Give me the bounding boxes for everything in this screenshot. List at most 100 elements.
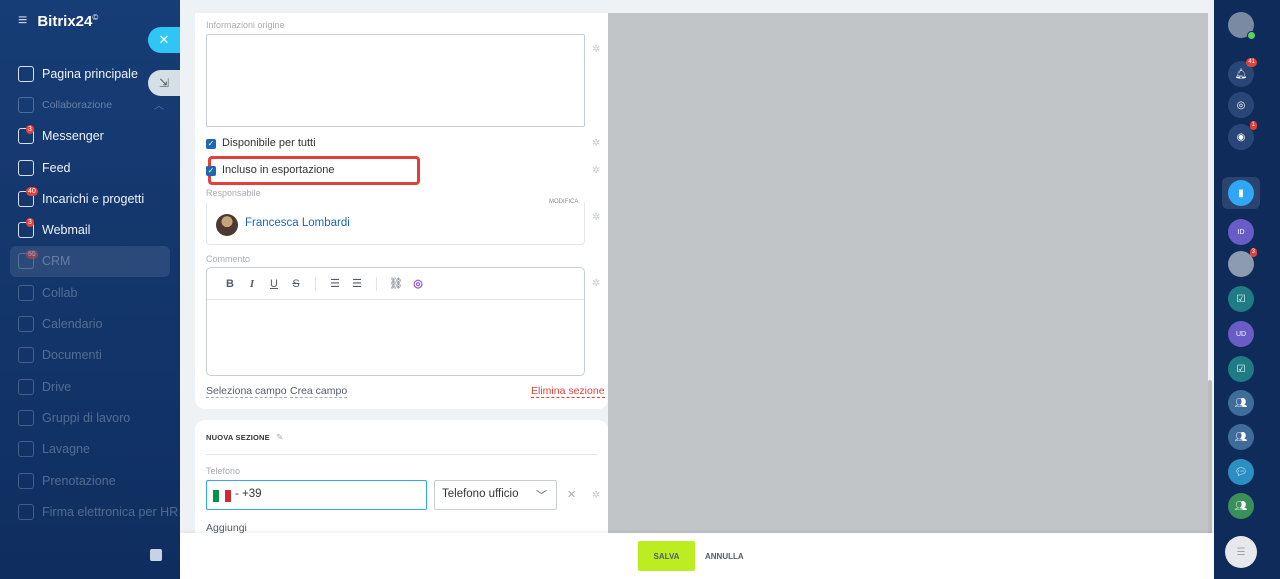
included-export-checkbox[interactable]: ✓ [206,166,216,176]
sidebar-item-feed[interactable]: Feed [10,152,170,183]
notifications-button[interactable]: 🔔︎ 41 [1228,58,1257,87]
gear-icon[interactable]: ✲ [592,139,601,149]
chat-group-button[interactable]: 💬︎ [1228,459,1254,485]
sidebar-item-label: Collaborazione [42,98,113,111]
sidebar-item-drive[interactable]: Drive [10,371,170,402]
sidebar-nav: Pagina principale Collaborazione ︿ 3 Mes… [10,58,178,527]
status-dot [1247,31,1256,40]
user-avatar[interactable] [1228,12,1256,40]
sidebar-section-collaborazione[interactable]: Collaborazione ︿ [10,89,170,120]
sidebar-item-label: Messenger [42,129,104,144]
activity-button[interactable]: ◎ [1228,92,1254,118]
phone-type-select[interactable]: Telefono ufficio ﹀ [434,480,557,510]
origin-info-label: Informazioni origine [206,20,285,30]
gear-icon[interactable]: ✲ [592,166,601,176]
scrollbar[interactable] [1208,380,1212,550]
bulleted-list-icon[interactable]: ☰ [346,277,368,290]
sidebar-item-label: Incarichi e progetti [42,191,145,206]
counter-badge: 3 [26,124,34,134]
strikethrough-button[interactable]: S [285,278,307,290]
phone-input[interactable]: - +39 [206,480,427,510]
sidebar-item-label: Documenti [42,348,102,363]
group-button[interactable]: 👥︎ [1228,493,1254,519]
collab-section-icon [18,96,34,113]
sidebar-item-collab[interactable]: Collab [10,277,170,308]
remove-phone-icon[interactable]: ✕ [567,488,576,501]
gear-icon[interactable]: ✲ [592,279,601,289]
open-menu-button[interactable]: ☰ [1225,536,1257,568]
printer-icon[interactable] [150,549,162,561]
cancel-button[interactable]: ANNULLA [705,541,744,571]
contact-avatar[interactable]: ID [1228,219,1254,245]
brand-logo[interactable]: Bitrix24© [37,13,98,30]
section-title: NUOVA SEZIONE [206,433,270,442]
bookmark-icon: ▮ [1238,187,1244,199]
group-icon: 👥︎ [1234,397,1248,409]
editor-toolbar: B I U S ☰ ☰ ⛓ ◎ [207,268,584,300]
sidebar-item-sign[interactable]: Firma elettronica per HR [10,496,178,527]
counter-badge: 40 [26,187,38,197]
select-field-link[interactable]: Seleziona campo [206,385,287,398]
chat-button[interactable]: ◉ 1 [1228,121,1257,150]
sidebar-item-label: Prenotazione [42,473,116,488]
comment-label: Commento [206,254,251,264]
chat-icon: ◉ [1236,131,1246,143]
responsible-name-link[interactable]: Francesca Lombardi [245,217,350,229]
sidebar-item-home[interactable]: Pagina principale [10,58,170,89]
calendar-icon [18,316,34,333]
copilot-icon[interactable]: ◎ [407,277,429,290]
gear-icon[interactable]: ✲ [592,45,601,55]
toolbar-divider [376,276,377,291]
gear-icon[interactable]: ✲ [592,491,601,501]
contact-avatar[interactable]: UD [1228,321,1254,347]
minimize-icon: ⇲ [158,76,170,90]
form-footer: SALVA ANNULLA [180,533,1214,579]
delete-section-link[interactable]: Elimina sezione [531,385,605,398]
user-initials-icon: ID [1237,228,1245,236]
sidebar-item-booking[interactable]: Prenotazione [10,465,170,496]
sidebar-item-tasks[interactable]: 40 Incarichi e progetti [10,183,170,214]
minimize-slider-button[interactable]: ⇲ [148,70,180,96]
pencil-icon[interactable]: ✎ [276,432,284,443]
bell-icon: 🔔︎ [1234,68,1248,80]
task-button[interactable]: ☑ [1228,286,1254,312]
origin-info-textarea[interactable] [206,34,585,127]
link-icon[interactable]: ⛓ [385,277,407,290]
create-field-link[interactable]: Crea campo [290,385,348,398]
sidebar-item-groups[interactable]: Gruppi di lavoro [10,402,170,433]
toolbar-divider [315,276,316,291]
numbered-list-icon[interactable]: ☰ [324,277,346,290]
sidebar-item-documents[interactable]: Documenti [10,340,170,371]
avatar[interactable] [216,214,238,236]
logo-row: ≡ Bitrix24© [18,12,98,30]
responsible-field: Francesca Lombardi [206,203,585,245]
contact-avatar[interactable]: 3 [1228,248,1257,277]
boards-icon [18,441,34,458]
sidebar-item-messenger[interactable]: 3 Messenger [10,121,170,152]
chevron-down-icon: ﹀ [536,490,547,502]
phone-label: Telefono [206,466,241,476]
gear-icon[interactable]: ✲ [592,213,601,223]
sidebar-item-label: CRM [42,254,71,269]
sidebar-item-webmail[interactable]: 3 Webmail [10,214,170,245]
sidebar-item-calendar[interactable]: Calendario [10,308,170,339]
chevron-up-icon: ︿ [154,101,164,113]
sidebar-item-label: Calendario [42,317,103,332]
groups-icon [18,409,34,426]
sidebar-item-crm[interactable]: 55 CRM [10,245,170,278]
underline-button[interactable]: U [263,278,285,290]
responsible-label: Responsabile [206,188,261,198]
comment-editor[interactable]: B I U S ☰ ☰ ⛓ ◎ [206,267,585,376]
bookmark-button[interactable]: ▮ [1228,180,1254,206]
italy-flag-icon[interactable] [213,490,231,502]
task-button[interactable]: ☑ [1228,356,1254,382]
sidebar-item-boards[interactable]: Lavagne [10,434,170,465]
bold-button[interactable]: B [219,278,241,290]
hamburger-menu-icon[interactable]: ≡ [18,12,27,30]
save-button[interactable]: SALVA [638,541,695,571]
italic-button[interactable]: I [241,278,263,290]
group-button[interactable]: 👥︎ [1228,424,1254,450]
group-button[interactable]: 👥︎ [1228,390,1254,416]
close-slider-button[interactable]: ✕ [148,27,180,53]
available-all-checkbox[interactable]: ✓ [206,139,216,149]
